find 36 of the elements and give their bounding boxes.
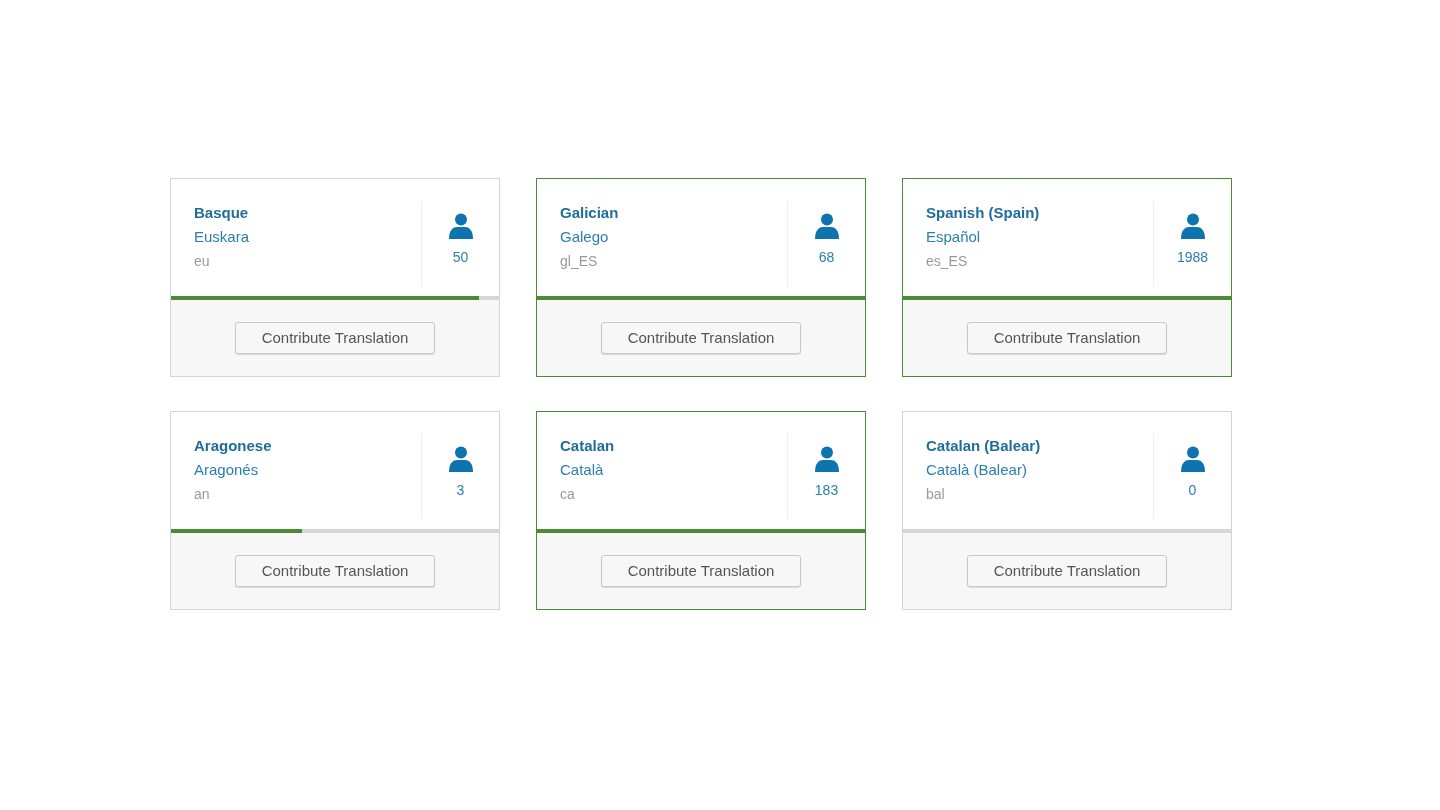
contributor-count: 68 — [818, 248, 835, 267]
contributor-count: 50 — [452, 248, 469, 267]
contributor-count: 3 — [456, 481, 465, 500]
contribute-button[interactable]: Contribute Translation — [967, 555, 1167, 587]
locale-code: ca — [560, 485, 576, 504]
contribute-button[interactable]: Contribute Translation — [967, 322, 1167, 354]
language-name[interactable]: Galician — [560, 201, 787, 225]
person-icon — [448, 446, 473, 472]
locale-code: an — [194, 485, 211, 504]
native-name: Català — [560, 460, 605, 480]
locale-code: bal — [926, 485, 946, 504]
native-name: Aragonés — [194, 460, 260, 480]
locale-code: eu — [194, 252, 211, 271]
native-name: Galego — [560, 227, 610, 247]
locale-code: es_ES — [926, 252, 969, 271]
language-name[interactable]: Basque — [194, 201, 421, 225]
native-name: Español — [926, 227, 982, 247]
language-name[interactable]: Catalan — [560, 434, 787, 458]
native-name: Català (Balear) — [926, 460, 1028, 480]
person-icon — [814, 446, 839, 472]
contribute-button[interactable]: Contribute Translation — [601, 555, 801, 587]
language-name[interactable]: Spanish (Spain) — [926, 201, 1153, 225]
person-icon — [1180, 213, 1205, 239]
language-name[interactable]: Aragonese — [194, 434, 421, 458]
contributor-count: 1988 — [1176, 248, 1209, 267]
locale-code: gl_ES — [560, 252, 599, 271]
contribute-button[interactable]: Contribute Translation — [235, 555, 435, 587]
contribute-button[interactable]: Contribute Translation — [235, 322, 435, 354]
person-icon — [814, 213, 839, 239]
native-name: Euskara — [194, 227, 251, 247]
person-icon — [1180, 446, 1205, 472]
contribute-button[interactable]: Contribute Translation — [601, 322, 801, 354]
contributor-count: 0 — [1188, 481, 1197, 500]
person-icon — [448, 213, 473, 239]
contributor-count: 183 — [814, 481, 839, 500]
language-name[interactable]: Catalan (Balear) — [926, 434, 1153, 458]
